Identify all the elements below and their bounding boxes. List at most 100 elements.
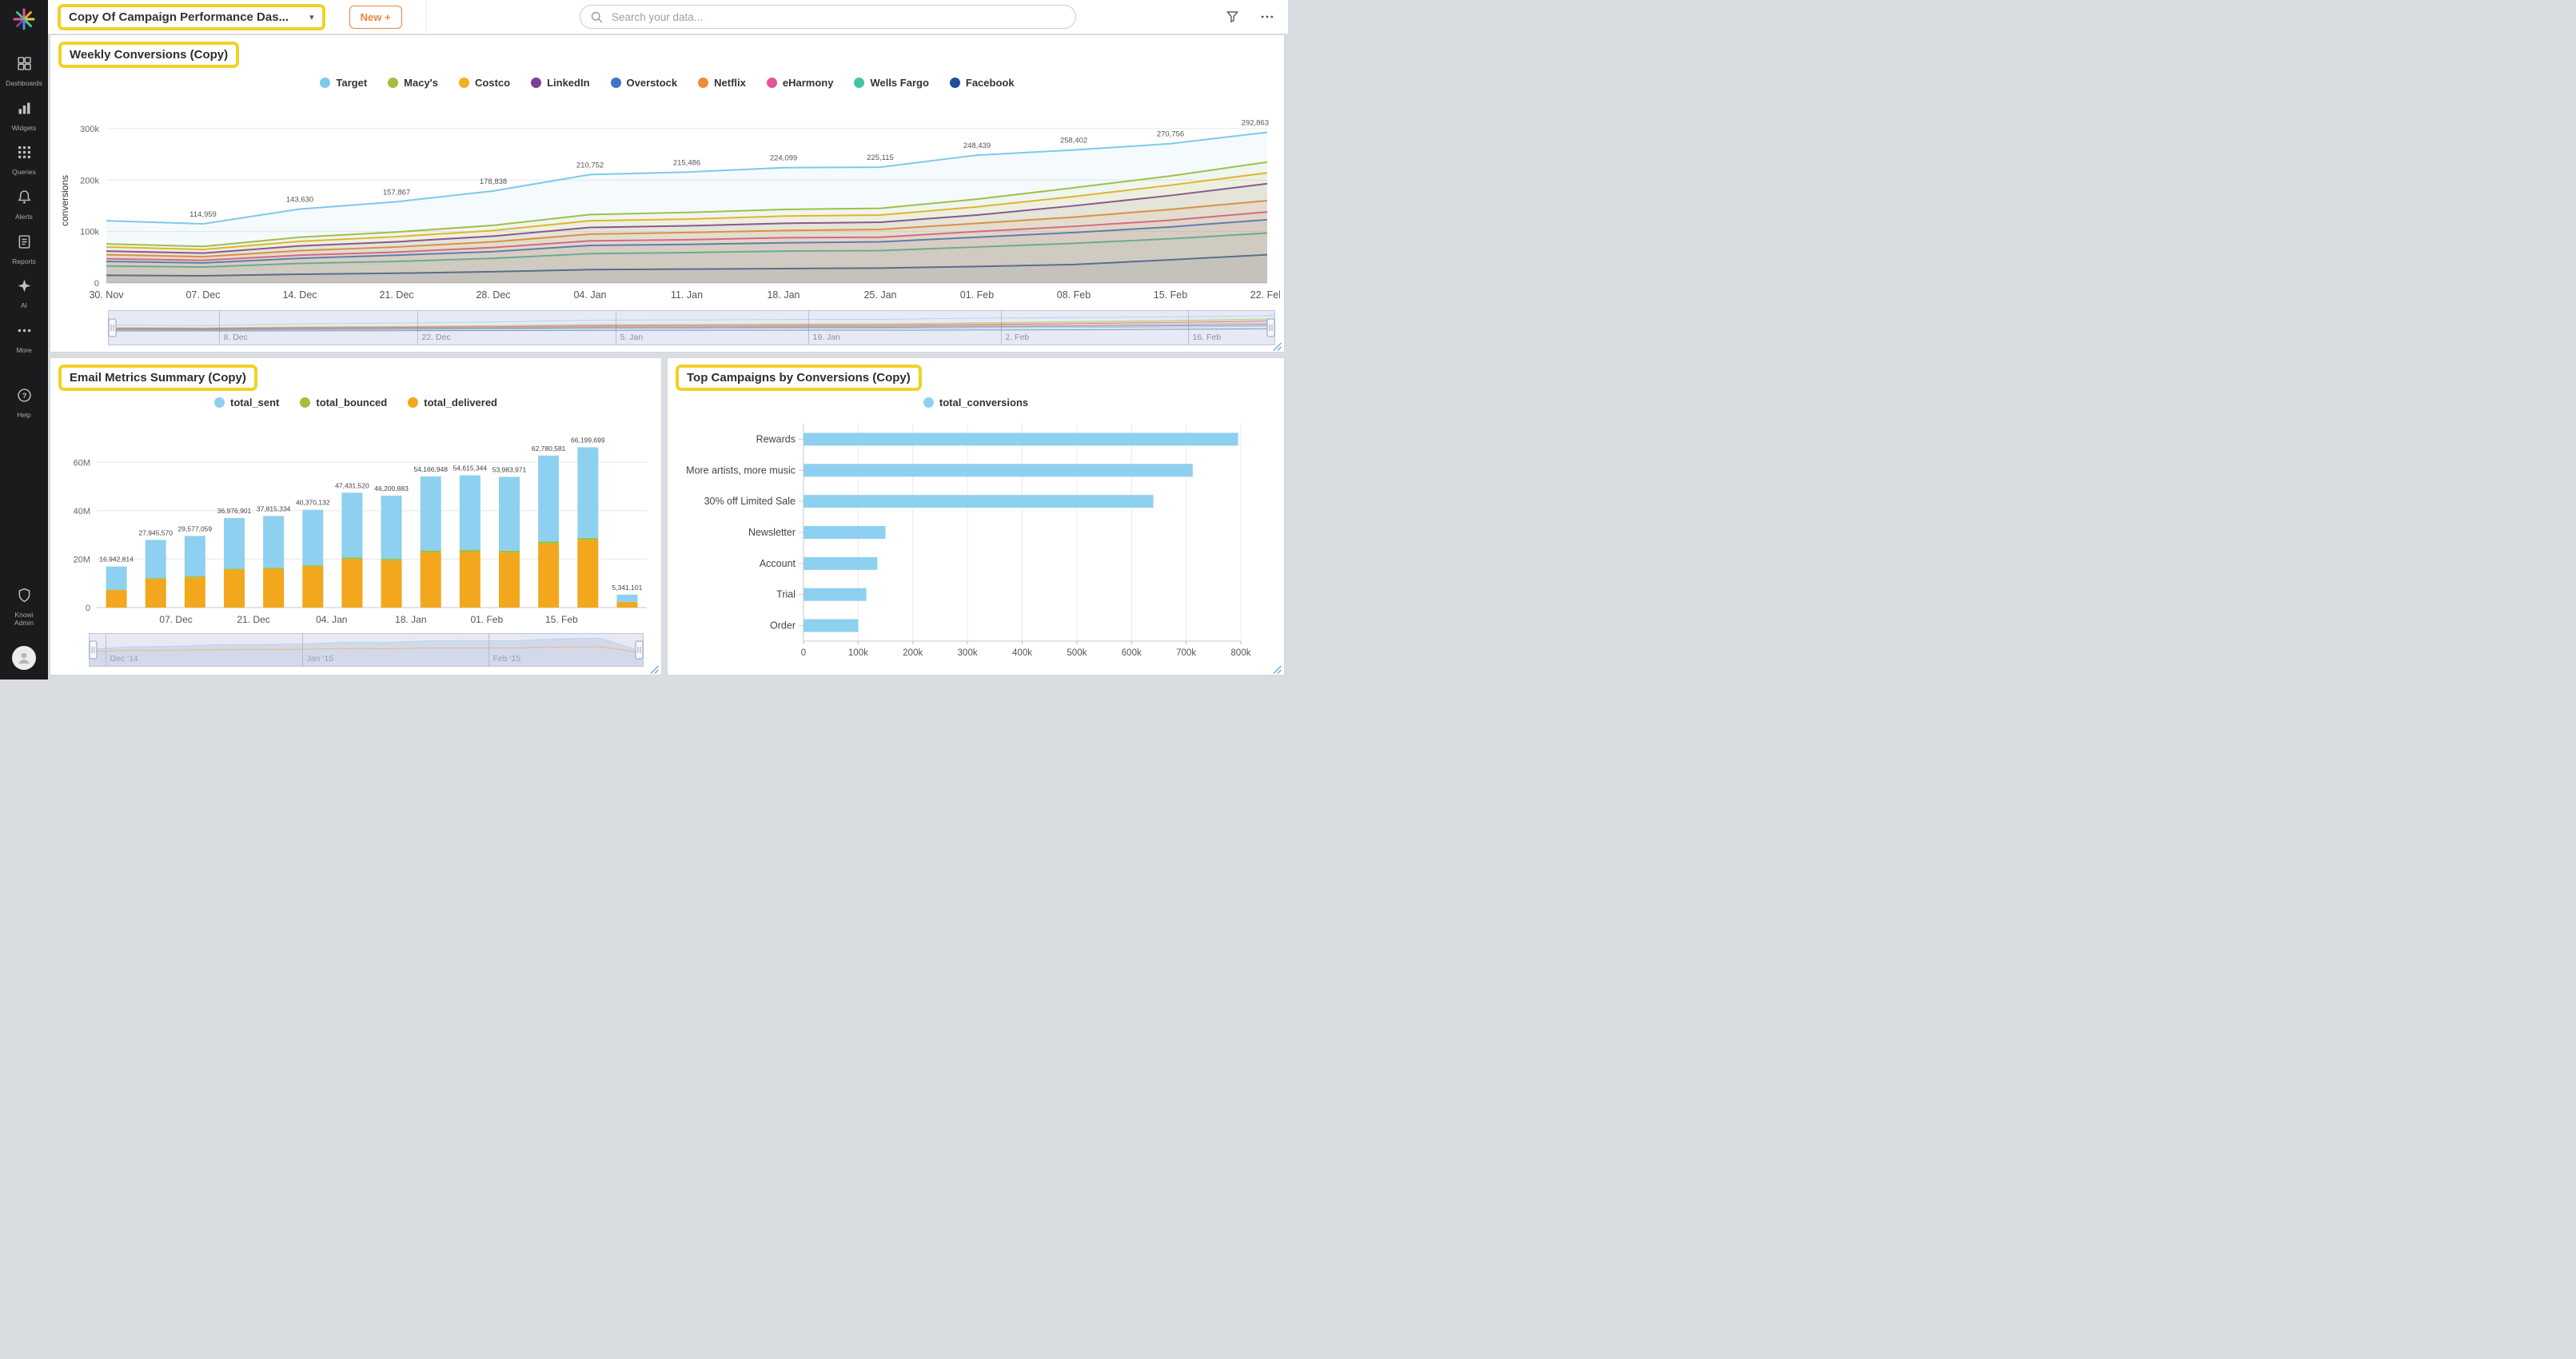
svg-text:22. Feb: 22. Feb [1250, 289, 1280, 301]
svg-text:8. Dec: 8. Dec [224, 333, 248, 342]
legend-item-total_conversions[interactable]: total_conversions [923, 397, 1028, 408]
topbar: Copy Of Campaign Performance Das... ▾ Ne… [48, 0, 1288, 34]
alerts-icon [16, 189, 33, 209]
svg-text:Order: Order [770, 620, 796, 632]
email-metrics-navigator[interactable]: Dec '14 Jan '15 Feb '15 [89, 633, 644, 667]
sidebar-item-label: Knowi Admin [14, 610, 34, 628]
svg-text:40,370,132: 40,370,132 [296, 499, 330, 507]
user-icon [18, 652, 30, 664]
legend-item-Wells Fargo[interactable]: Wells Fargo [854, 77, 929, 89]
avatar[interactable] [12, 646, 36, 670]
legend-swatch-icon [459, 78, 470, 88]
legend-swatch-icon [531, 78, 542, 88]
legend-item-Netflix[interactable]: Netflix [698, 77, 746, 89]
sidebar-item-widgets[interactable]: Widgets [0, 94, 48, 138]
svg-text:18. Jan: 18. Jan [395, 614, 426, 625]
weekly-conversions-navigator[interactable]: 8. Dec 22. Dec 5. Jan 19. Jan 2. Feb 16. Feb [108, 310, 1275, 345]
email-metrics-plot[interactable]: 0 20M 40M 60M 16,942,814 27,945,570 29,577,059… [57, 419, 655, 628]
dashboard-selector[interactable]: Copy Of Campaign Performance Das... ▾ [58, 3, 325, 30]
legend-item-Macy's[interactable]: Macy's [388, 77, 438, 89]
svg-text:53,983,971: 53,983,971 [492, 466, 527, 474]
svg-text:07. Dec: 07. Dec [159, 614, 192, 625]
legend-item-total_bounced[interactable]: total_bounced [300, 397, 387, 408]
legend-label: total_bounced [316, 397, 388, 408]
svg-text:62,780,581: 62,780,581 [532, 444, 566, 452]
app-window: Dashboards Widgets Queries Alerts Reports AI M… [0, 0, 1288, 680]
resize-handle-icon[interactable] [649, 664, 659, 674]
sidebar-nav: Dashboards Widgets Queries Alerts Reports AI M… [0, 49, 48, 425]
resize-handle-icon[interactable] [1272, 341, 1282, 351]
svg-text:215,486: 215,486 [673, 158, 700, 167]
svg-text:66,199,699: 66,199,699 [571, 436, 605, 444]
svg-text:37,815,334: 37,815,334 [257, 504, 291, 512]
sidebar-item-reports[interactable]: Reports [0, 227, 48, 272]
legend-label: total_delivered [424, 397, 497, 408]
svg-text:114,959: 114,959 [189, 210, 217, 219]
sidebar-item-queries[interactable]: Queries [0, 137, 48, 182]
svg-text:08. Feb: 08. Feb [1057, 289, 1091, 301]
sidebar-bottom: Knowi Admin [0, 580, 48, 680]
widget-top-campaigns: Top Campaigns by Conversions (Copy) tota… [667, 357, 1285, 676]
svg-text:11. Jan: 11. Jan [671, 289, 703, 301]
widget-title: Top Campaigns by Conversions (Copy) [676, 365, 922, 391]
sidebar-item-help[interactable]: ? Help [0, 381, 48, 425]
svg-text:46,200,883: 46,200,883 [374, 484, 409, 492]
legend-item-Costco[interactable]: Costco [459, 77, 510, 89]
legend-label: total_conversions [939, 397, 1029, 408]
svg-text:200k: 200k [80, 176, 99, 185]
svg-text:conversions: conversions [59, 175, 70, 226]
legend-item-total_sent[interactable]: total_sent [213, 397, 279, 408]
svg-text:01. Feb: 01. Feb [470, 614, 503, 625]
legend-label: Facebook [965, 77, 1015, 89]
svg-text:60M: 60M [74, 458, 90, 468]
legend-item-Facebook[interactable]: Facebook [949, 77, 1015, 89]
svg-text:16,942,814: 16,942,814 [99, 556, 134, 564]
divider [425, 0, 426, 33]
legend-item-Overstock[interactable]: Overstock [610, 77, 678, 89]
sidebar-item-label: Reports [12, 257, 36, 265]
legend-item-LinkedIn[interactable]: LinkedIn [531, 77, 590, 89]
top-campaigns-plot[interactable]: 0 100k 200k 300k 400k 500k 600k 700k 800k Rewards… [674, 414, 1279, 668]
legend-item-total_delivered[interactable]: total_delivered [408, 397, 497, 408]
svg-text:19. Jan: 19. Jan [813, 333, 841, 342]
sidebar-item-label: Help [17, 411, 31, 420]
legend-label: Macy's [404, 77, 439, 89]
svg-text:01. Feb: 01. Feb [960, 289, 994, 301]
new-button[interactable]: New + [349, 5, 402, 29]
svg-text:15. Feb: 15. Feb [1154, 289, 1187, 301]
legend-label: Target [336, 77, 368, 89]
sidebar-item-alerts[interactable]: Alerts [0, 182, 48, 227]
sidebar-item-ai[interactable]: AI [0, 271, 48, 316]
sidebar-item-dashboards[interactable]: Dashboards [0, 49, 48, 94]
search-input[interactable] [610, 10, 1066, 24]
svg-text:40M: 40M [74, 507, 90, 516]
svg-text:0: 0 [801, 648, 806, 658]
svg-text:5,341,101: 5,341,101 [612, 584, 643, 592]
legend-label: LinkedIn [547, 77, 590, 89]
legend-item-Target[interactable]: Target [320, 77, 367, 89]
dashboards-icon [16, 55, 33, 76]
legend-swatch-icon [388, 78, 399, 88]
resize-handle-icon[interactable] [1272, 664, 1282, 674]
sidebar-item-knowi-admin[interactable]: Knowi Admin [0, 580, 48, 633]
legend-label: eHarmony [782, 77, 834, 89]
filter-icon[interactable] [1225, 9, 1240, 24]
svg-text:143,630: 143,630 [286, 196, 313, 205]
svg-text:100k: 100k [80, 228, 99, 237]
sidebar-item-more[interactable]: More [0, 316, 48, 361]
weekly-conversions-plot[interactable]: 0 100k 200k 300k conversions 114,959 143,630 15… [55, 102, 1280, 304]
svg-text:21. Dec: 21. Dec [237, 614, 269, 625]
svg-text:More artists, more music: More artists, more music [686, 464, 796, 476]
legend-label: Costco [475, 77, 511, 89]
svg-text:5. Jan: 5. Jan [620, 333, 644, 342]
more-options-icon[interactable] [1259, 9, 1275, 25]
sidebar-item-label: More [16, 345, 32, 354]
legend-label: Overstock [626, 77, 678, 89]
svg-text:Trial: Trial [776, 589, 796, 600]
legend-item-eHarmony[interactable]: eHarmony [766, 77, 834, 89]
knowi-logo-icon[interactable] [11, 6, 37, 36]
search-bar[interactable] [580, 5, 1076, 29]
widget-title: Weekly Conversions (Copy) [58, 42, 240, 68]
svg-text:Newsletter: Newsletter [748, 527, 796, 538]
sidebar-item-label: Dashboards [6, 79, 42, 87]
